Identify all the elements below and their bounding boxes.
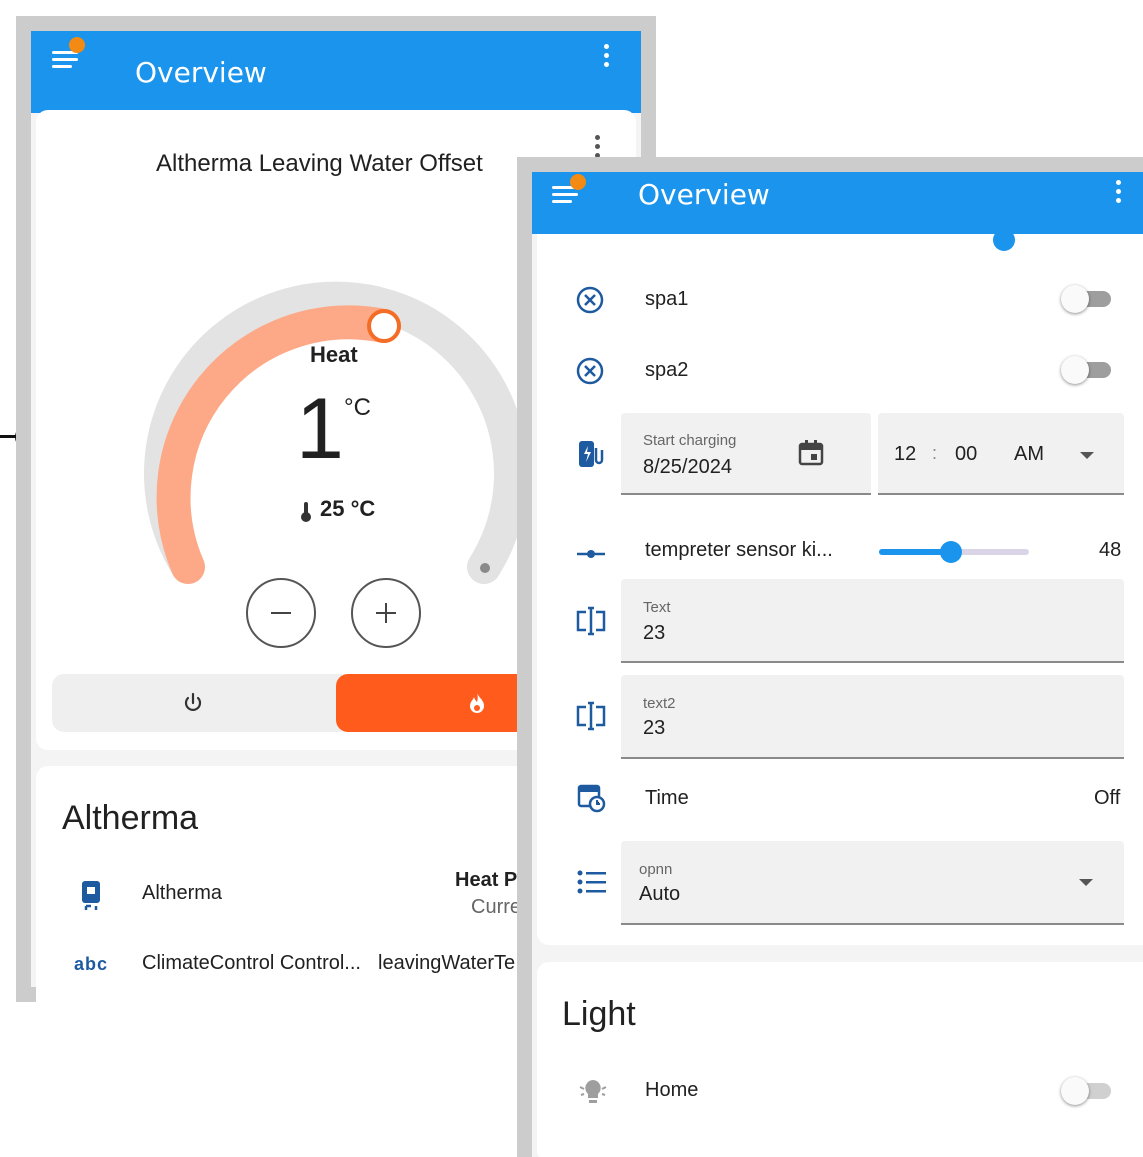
time-hour[interactable]: 12 — [894, 443, 916, 466]
text-input[interactable]: Text 23 — [621, 579, 1124, 663]
slider-value: 48 — [1099, 539, 1122, 561]
select-field[interactable]: opnn Auto — [621, 841, 1124, 925]
text-input-value[interactable]: 23 — [643, 622, 665, 645]
select-field-label: opnn — [639, 861, 673, 878]
calendar-icon[interactable] — [797, 439, 825, 467]
lightbulb-icon — [579, 1080, 607, 1103]
spa2-toggle[interactable] — [1061, 356, 1111, 384]
dial-end-dot — [480, 563, 490, 573]
date-field-label: Start charging — [643, 432, 737, 449]
time-ampm[interactable]: AM — [1014, 443, 1044, 466]
spa1-label: spa1 — [645, 288, 689, 310]
list-item-name[interactable]: Altherma — [142, 882, 222, 905]
date-field[interactable]: Start charging 8/25/2024 — [621, 413, 871, 495]
spa2-label: spa2 — [645, 359, 689, 381]
time-entity-label: Time — [645, 787, 689, 809]
decrease-button[interactable] — [246, 578, 316, 648]
form-textbox-icon — [576, 606, 606, 636]
time-separator: : — [932, 443, 938, 463]
minus-icon — [271, 612, 291, 614]
water-heater-icon — [82, 881, 100, 910]
calendar-clock-icon — [577, 784, 606, 813]
thermometer-icon — [300, 501, 312, 528]
dial-handle — [367, 309, 401, 343]
notification-badge — [570, 174, 586, 190]
light-card: Light Home — [537, 962, 1143, 1157]
current-temperature: 25 °C — [320, 496, 376, 521]
card-heading: Light — [562, 995, 636, 1033]
dropdown-arrow-icon[interactable] — [1079, 879, 1093, 886]
home-light-label: Home — [645, 1079, 699, 1101]
list-item-state: Heat P — [455, 869, 518, 891]
slider-thumb[interactable] — [940, 541, 962, 563]
ev-station-icon — [579, 441, 604, 467]
app-bar: Overview — [532, 172, 1143, 234]
close-circle-icon — [576, 357, 604, 385]
mode-off-button[interactable] — [52, 674, 342, 732]
target-unit: °C — [344, 394, 371, 421]
thermostat-title: Altherma Leaving Water Offset — [156, 150, 483, 177]
list-item-name[interactable]: ClimateControl Control... — [142, 952, 361, 975]
target-temperature: 1 — [296, 381, 344, 477]
right-phone-screen: spa1 spa2 Start charging 8/25/2024 12: … — [517, 157, 1143, 1157]
list-item-secondary: Curre — [471, 896, 522, 918]
slider-track[interactable] — [879, 541, 1029, 563]
ray-vertex-icon — [577, 550, 605, 558]
ampm-dropdown-icon[interactable] — [1080, 452, 1094, 459]
app-bar-title: Overview — [638, 178, 770, 211]
flame-icon — [470, 693, 484, 713]
increase-button[interactable] — [351, 578, 421, 648]
time-minute[interactable]: 00 — [955, 443, 977, 466]
text2-input-label: text2 — [643, 695, 676, 712]
format-list-bulleted-icon — [577, 870, 606, 894]
close-circle-icon — [576, 286, 604, 314]
entities-card: spa1 spa2 Start charging 8/25/2024 12: … — [537, 177, 1143, 945]
card-heading: Altherma — [62, 799, 199, 837]
text2-input-value[interactable]: 23 — [643, 717, 665, 740]
spa1-toggle[interactable] — [1061, 285, 1111, 313]
form-textbox-icon — [576, 701, 606, 731]
text2-input[interactable]: text2 23 — [621, 675, 1124, 759]
text-input-label: Text — [643, 599, 671, 616]
app-bar-title: Overview — [135, 56, 267, 89]
notification-badge — [69, 37, 85, 53]
abc-icon: abc — [74, 954, 109, 974]
date-field-value: 8/25/2024 — [643, 456, 732, 478]
time-entity-state: Off — [1094, 787, 1121, 809]
select-field-value: Auto — [639, 883, 681, 905]
power-icon — [184, 692, 202, 711]
home-light-toggle[interactable] — [1061, 1077, 1111, 1105]
time-field[interactable]: 12 : 00 AM — [878, 413, 1124, 495]
more-options-icon[interactable] — [604, 44, 610, 71]
mode-label: Heat — [310, 342, 358, 367]
list-item-state: leavingWaterTe — [378, 952, 516, 974]
slider-label: tempreter sensor ki... — [645, 539, 833, 561]
app-bar: Overview — [31, 31, 641, 113]
more-options-icon[interactable] — [1116, 180, 1122, 207]
